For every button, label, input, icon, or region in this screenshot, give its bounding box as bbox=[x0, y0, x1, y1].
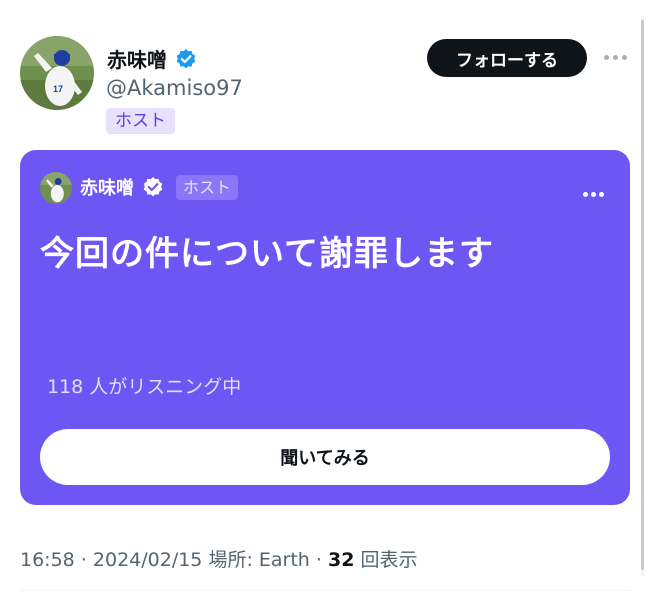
host-badge: ホスト bbox=[106, 108, 175, 134]
author-name-row[interactable]: 赤味噌 bbox=[107, 44, 197, 73]
follow-button[interactable]: フォローする bbox=[427, 39, 587, 77]
author-name[interactable]: 赤味噌 bbox=[107, 44, 167, 73]
author-handle[interactable]: @Akamiso97 bbox=[106, 76, 243, 100]
divider bbox=[20, 590, 630, 591]
space-host-badge: ホスト bbox=[176, 174, 239, 200]
verified-badge-icon bbox=[175, 48, 197, 70]
post-meta: 16:58 · 2024/02/15 場所: Earth · 32 回表示 bbox=[20, 545, 417, 572]
listener-count: 118 人がリスニング中 bbox=[47, 376, 242, 398]
post-time[interactable]: 16:58 bbox=[20, 549, 75, 571]
space-title: 今回の件について謝罪します bbox=[40, 234, 494, 274]
more-options-icon[interactable] bbox=[598, 46, 632, 68]
view-count: 32 bbox=[327, 549, 355, 571]
meta-separator: · bbox=[309, 549, 328, 571]
space-host-row: 赤味噌 ホスト bbox=[80, 174, 239, 200]
space-more-icon[interactable] bbox=[580, 186, 606, 202]
svg-text:17: 17 bbox=[53, 84, 63, 94]
avatar-image bbox=[40, 172, 72, 204]
verified-badge-icon bbox=[142, 176, 164, 198]
space-host-avatar bbox=[40, 172, 72, 204]
view-label: 回表示 bbox=[354, 549, 418, 571]
scrollbar-thumb[interactable] bbox=[641, 20, 644, 570]
post-location: 場所: Earth bbox=[202, 549, 310, 571]
listen-button[interactable]: 聞いてみる bbox=[40, 429, 610, 485]
post-date[interactable]: 2024/02/15 bbox=[93, 549, 203, 571]
avatar-image: 17 bbox=[20, 36, 94, 110]
author-avatar[interactable]: 17 bbox=[20, 36, 94, 110]
space-host-name: 赤味噌 bbox=[80, 178, 134, 199]
meta-separator: · bbox=[74, 549, 93, 571]
